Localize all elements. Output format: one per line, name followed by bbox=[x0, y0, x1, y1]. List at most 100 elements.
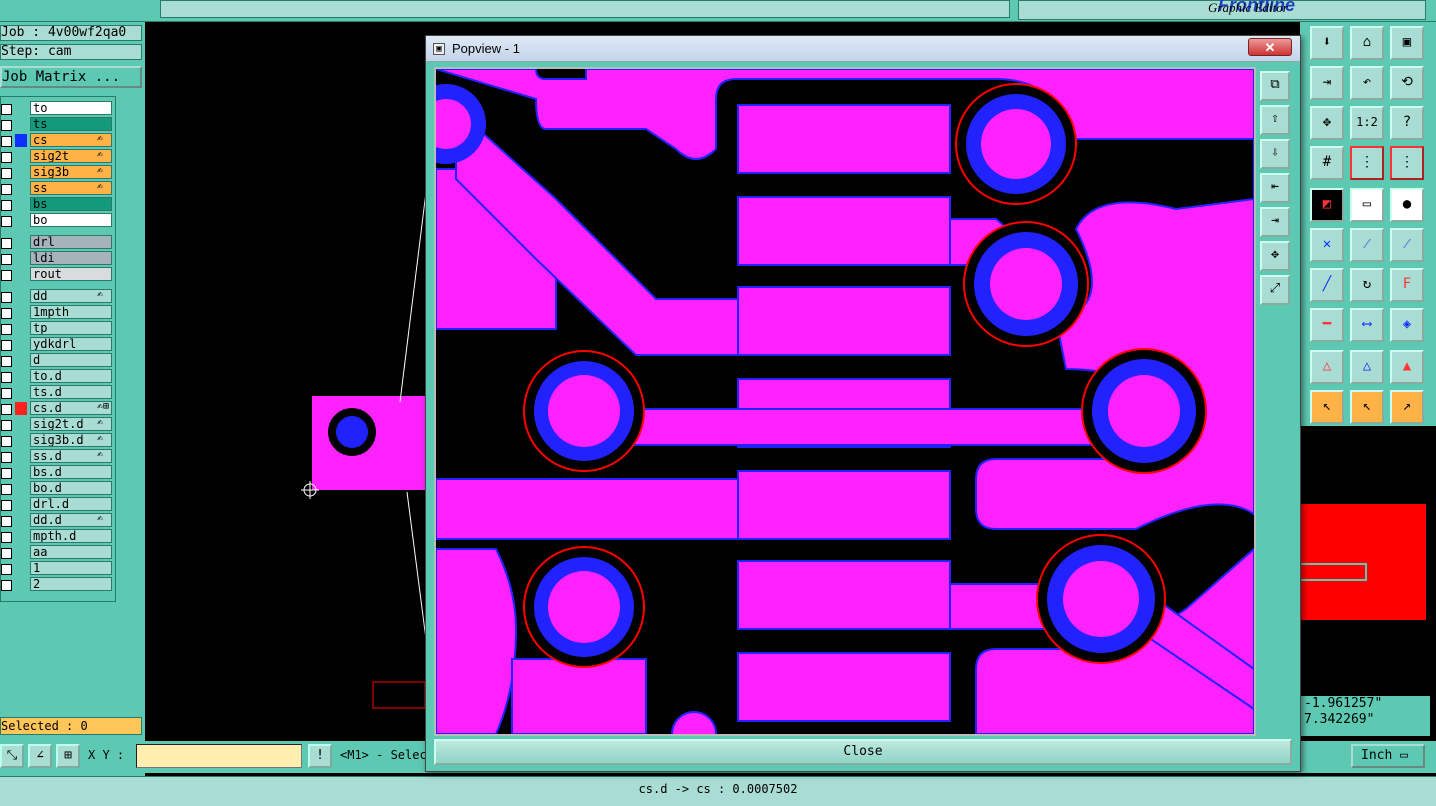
layer-row[interactable]: d bbox=[1, 353, 115, 368]
import-icon[interactable]: ⇥ bbox=[1310, 66, 1344, 100]
layer-name[interactable]: 1mpth bbox=[30, 305, 112, 319]
layer-checkbox[interactable] bbox=[1, 484, 12, 495]
pan-icon[interactable]: ✥ bbox=[1310, 106, 1344, 140]
layer-name[interactable]: bs bbox=[30, 197, 112, 211]
layer-row[interactable]: tp bbox=[1, 321, 115, 336]
layer-checkbox[interactable] bbox=[1, 404, 12, 415]
layer-checkbox[interactable] bbox=[1, 104, 12, 115]
layer-row[interactable]: drl.d bbox=[1, 497, 115, 512]
layer-name[interactable]: rout bbox=[30, 267, 112, 281]
layer-checkbox[interactable] bbox=[1, 580, 12, 591]
triangle-icon[interactable]: △ bbox=[1310, 350, 1344, 384]
line-icon[interactable]: ╱ bbox=[1310, 268, 1344, 302]
layer-row[interactable]: dd ✍ bbox=[1, 289, 115, 304]
layer-row[interactable]: sig3b.d ✍ bbox=[1, 433, 115, 448]
layer-row[interactable]: bs.d bbox=[1, 465, 115, 480]
layer-row[interactable]: cs ✍ bbox=[1, 133, 115, 148]
shapes-icon[interactable]: ◈ bbox=[1390, 308, 1424, 342]
ruler-icon[interactable]: ▭ bbox=[1350, 188, 1384, 222]
layer-name[interactable]: ts.d bbox=[30, 385, 112, 399]
layer-row[interactable]: sig3b ✍ bbox=[1, 165, 115, 180]
layer-row[interactable]: ldi bbox=[1, 251, 115, 266]
layer-name[interactable]: bo.d bbox=[30, 481, 112, 495]
layer-checkbox[interactable] bbox=[1, 436, 12, 447]
popview-canvas[interactable] bbox=[434, 67, 1256, 736]
grid-icon[interactable]: # bbox=[1310, 146, 1344, 180]
layer-checkbox[interactable] bbox=[1, 452, 12, 463]
zoom-diagonal-icon[interactable]: ⤡ bbox=[0, 744, 24, 768]
move-right-icon[interactable]: ⇥ bbox=[1260, 207, 1290, 237]
layer-row[interactable]: ss.d ✍ bbox=[1, 449, 115, 464]
layer-checkbox[interactable] bbox=[1, 420, 12, 431]
dash-icon[interactable]: ━ bbox=[1310, 308, 1344, 342]
layer-row[interactable]: 1 bbox=[1, 561, 115, 576]
popview-titlebar[interactable]: ▣ Popview - 1 ✕ bbox=[426, 36, 1300, 62]
unit-select[interactable]: Inch ▭ bbox=[1351, 744, 1425, 768]
window-icon[interactable]: ▣ bbox=[1390, 26, 1424, 60]
layer-row[interactable]: ss ✍ bbox=[1, 181, 115, 196]
help-icon[interactable]: ? bbox=[1390, 106, 1424, 140]
text-icon[interactable]: F bbox=[1390, 268, 1424, 302]
layer-name[interactable]: bo bbox=[30, 213, 112, 227]
layer-checkbox[interactable] bbox=[1, 356, 12, 367]
zoom-window-icon[interactable]: ⧉ bbox=[1260, 71, 1290, 101]
dimension-icon[interactable]: ⟷ bbox=[1350, 308, 1384, 342]
layer-checkbox[interactable] bbox=[1, 372, 12, 383]
layer-name[interactable]: to.d bbox=[30, 369, 112, 383]
grid-snap-icon[interactable]: ⊞ bbox=[56, 744, 80, 768]
layer-row[interactable]: ts.d bbox=[1, 385, 115, 400]
layer-checkbox[interactable] bbox=[1, 388, 12, 399]
layer-checkbox[interactable] bbox=[1, 270, 12, 281]
layer-name[interactable]: drl bbox=[30, 235, 112, 249]
layer-name[interactable]: d bbox=[30, 353, 112, 367]
arc-icon[interactable]: ↻ bbox=[1350, 268, 1384, 302]
layer-name[interactable]: mpth.d bbox=[30, 529, 112, 543]
close-icon[interactable]: ✕ bbox=[1248, 38, 1292, 56]
close-button[interactable]: Close bbox=[434, 739, 1292, 765]
layer-name[interactable]: tp bbox=[30, 321, 112, 335]
layer-checkbox[interactable] bbox=[1, 120, 12, 131]
layer-row[interactable]: bo.d bbox=[1, 481, 115, 496]
layer-row[interactable]: dd.d ✍ bbox=[1, 513, 115, 528]
select-box-icon[interactable]: ↖ bbox=[1350, 390, 1384, 424]
layer-row[interactable]: bo bbox=[1, 213, 115, 228]
layer-checkbox[interactable] bbox=[1, 532, 12, 543]
layer-checkbox[interactable] bbox=[1, 500, 12, 511]
layer-checkbox[interactable] bbox=[1, 308, 12, 319]
layer-row[interactable]: to.d bbox=[1, 369, 115, 384]
rotate-icon[interactable]: ⟲ bbox=[1390, 66, 1424, 100]
triangle-fill-icon[interactable]: ▲ bbox=[1390, 350, 1424, 384]
layer-row[interactable]: cs.d ✍⊞ bbox=[1, 401, 115, 416]
home-icon[interactable]: ⌂ bbox=[1350, 26, 1384, 60]
xy-input[interactable] bbox=[136, 744, 302, 768]
layer-checkbox[interactable] bbox=[1, 340, 12, 351]
layer-row[interactable]: aa bbox=[1, 545, 115, 560]
fit-icon[interactable]: ✥ bbox=[1260, 241, 1290, 271]
select-arrow-icon[interactable]: ↖ bbox=[1310, 390, 1344, 424]
layer-checkbox[interactable] bbox=[1, 184, 12, 195]
move-left-icon[interactable]: ⇤ bbox=[1260, 173, 1290, 203]
window-menu-icon[interactable]: ▣ bbox=[433, 43, 445, 55]
snap-icon[interactable]: ⋮ bbox=[1350, 146, 1384, 180]
add-point-icon[interactable]: ⁄ bbox=[1350, 228, 1384, 262]
expand-icon[interactable]: ⤢ bbox=[1260, 275, 1290, 305]
layer-checkbox[interactable] bbox=[1, 254, 12, 265]
layer-row[interactable]: drl bbox=[1, 235, 115, 250]
layer-checkbox[interactable] bbox=[1, 516, 12, 527]
layer-row[interactable]: sig2t.d ✍ bbox=[1, 417, 115, 432]
angle-icon[interactable]: ∠ bbox=[28, 744, 52, 768]
layer-row[interactable]: 1mpth bbox=[1, 305, 115, 320]
job-matrix-button[interactable]: Job Matrix ... bbox=[0, 66, 142, 88]
layer-row[interactable]: bs bbox=[1, 197, 115, 212]
layer-name[interactable]: bs.d bbox=[30, 465, 112, 479]
layer-row[interactable]: rout bbox=[1, 267, 115, 282]
layer-name[interactable]: ts bbox=[30, 117, 112, 131]
layer-checkbox[interactable] bbox=[1, 216, 12, 227]
menu-strip[interactable] bbox=[160, 0, 1010, 18]
layer-checkbox[interactable] bbox=[1, 564, 12, 575]
triangle-alt-icon[interactable]: △ bbox=[1350, 350, 1384, 384]
layer-name[interactable]: drl.d bbox=[30, 497, 112, 511]
add-line-icon[interactable]: ⁄ bbox=[1390, 228, 1424, 262]
layer-checkbox[interactable] bbox=[1, 324, 12, 335]
layer-row[interactable]: ts bbox=[1, 117, 115, 132]
